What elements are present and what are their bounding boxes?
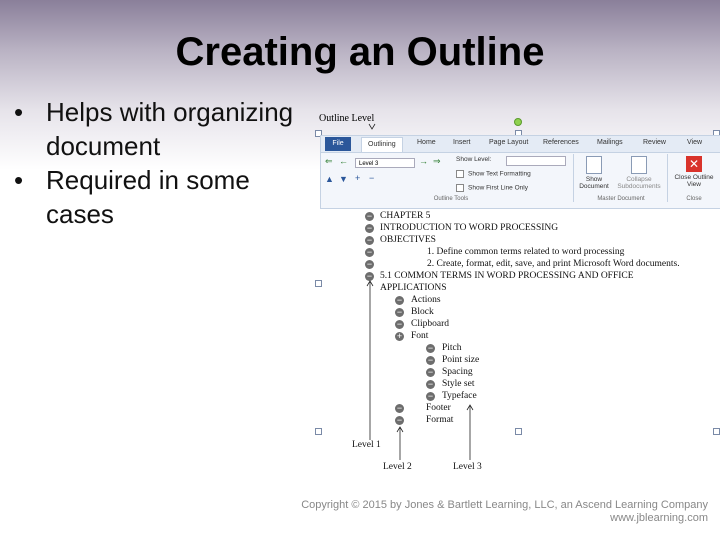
level-2-label: Level 2 (383, 462, 412, 472)
copyright-footer: Copyright © 2015 by Jones & Bartlett Lea… (301, 499, 708, 524)
slide-title: Creating an Outline (175, 30, 545, 74)
word-outline-screenshot: Outline Level File Outlining Home Insert… (315, 110, 720, 472)
bullet-item: • Required in some cases (14, 165, 250, 229)
bullet-item: • Helps with organizing document (14, 97, 294, 161)
bullet-list: • Helps with organizing document • Require… (14, 95, 314, 231)
level-3-label: Level 3 (453, 462, 482, 472)
level-1-label: Level 1 (352, 440, 381, 450)
callout-pointers (366, 123, 474, 460)
